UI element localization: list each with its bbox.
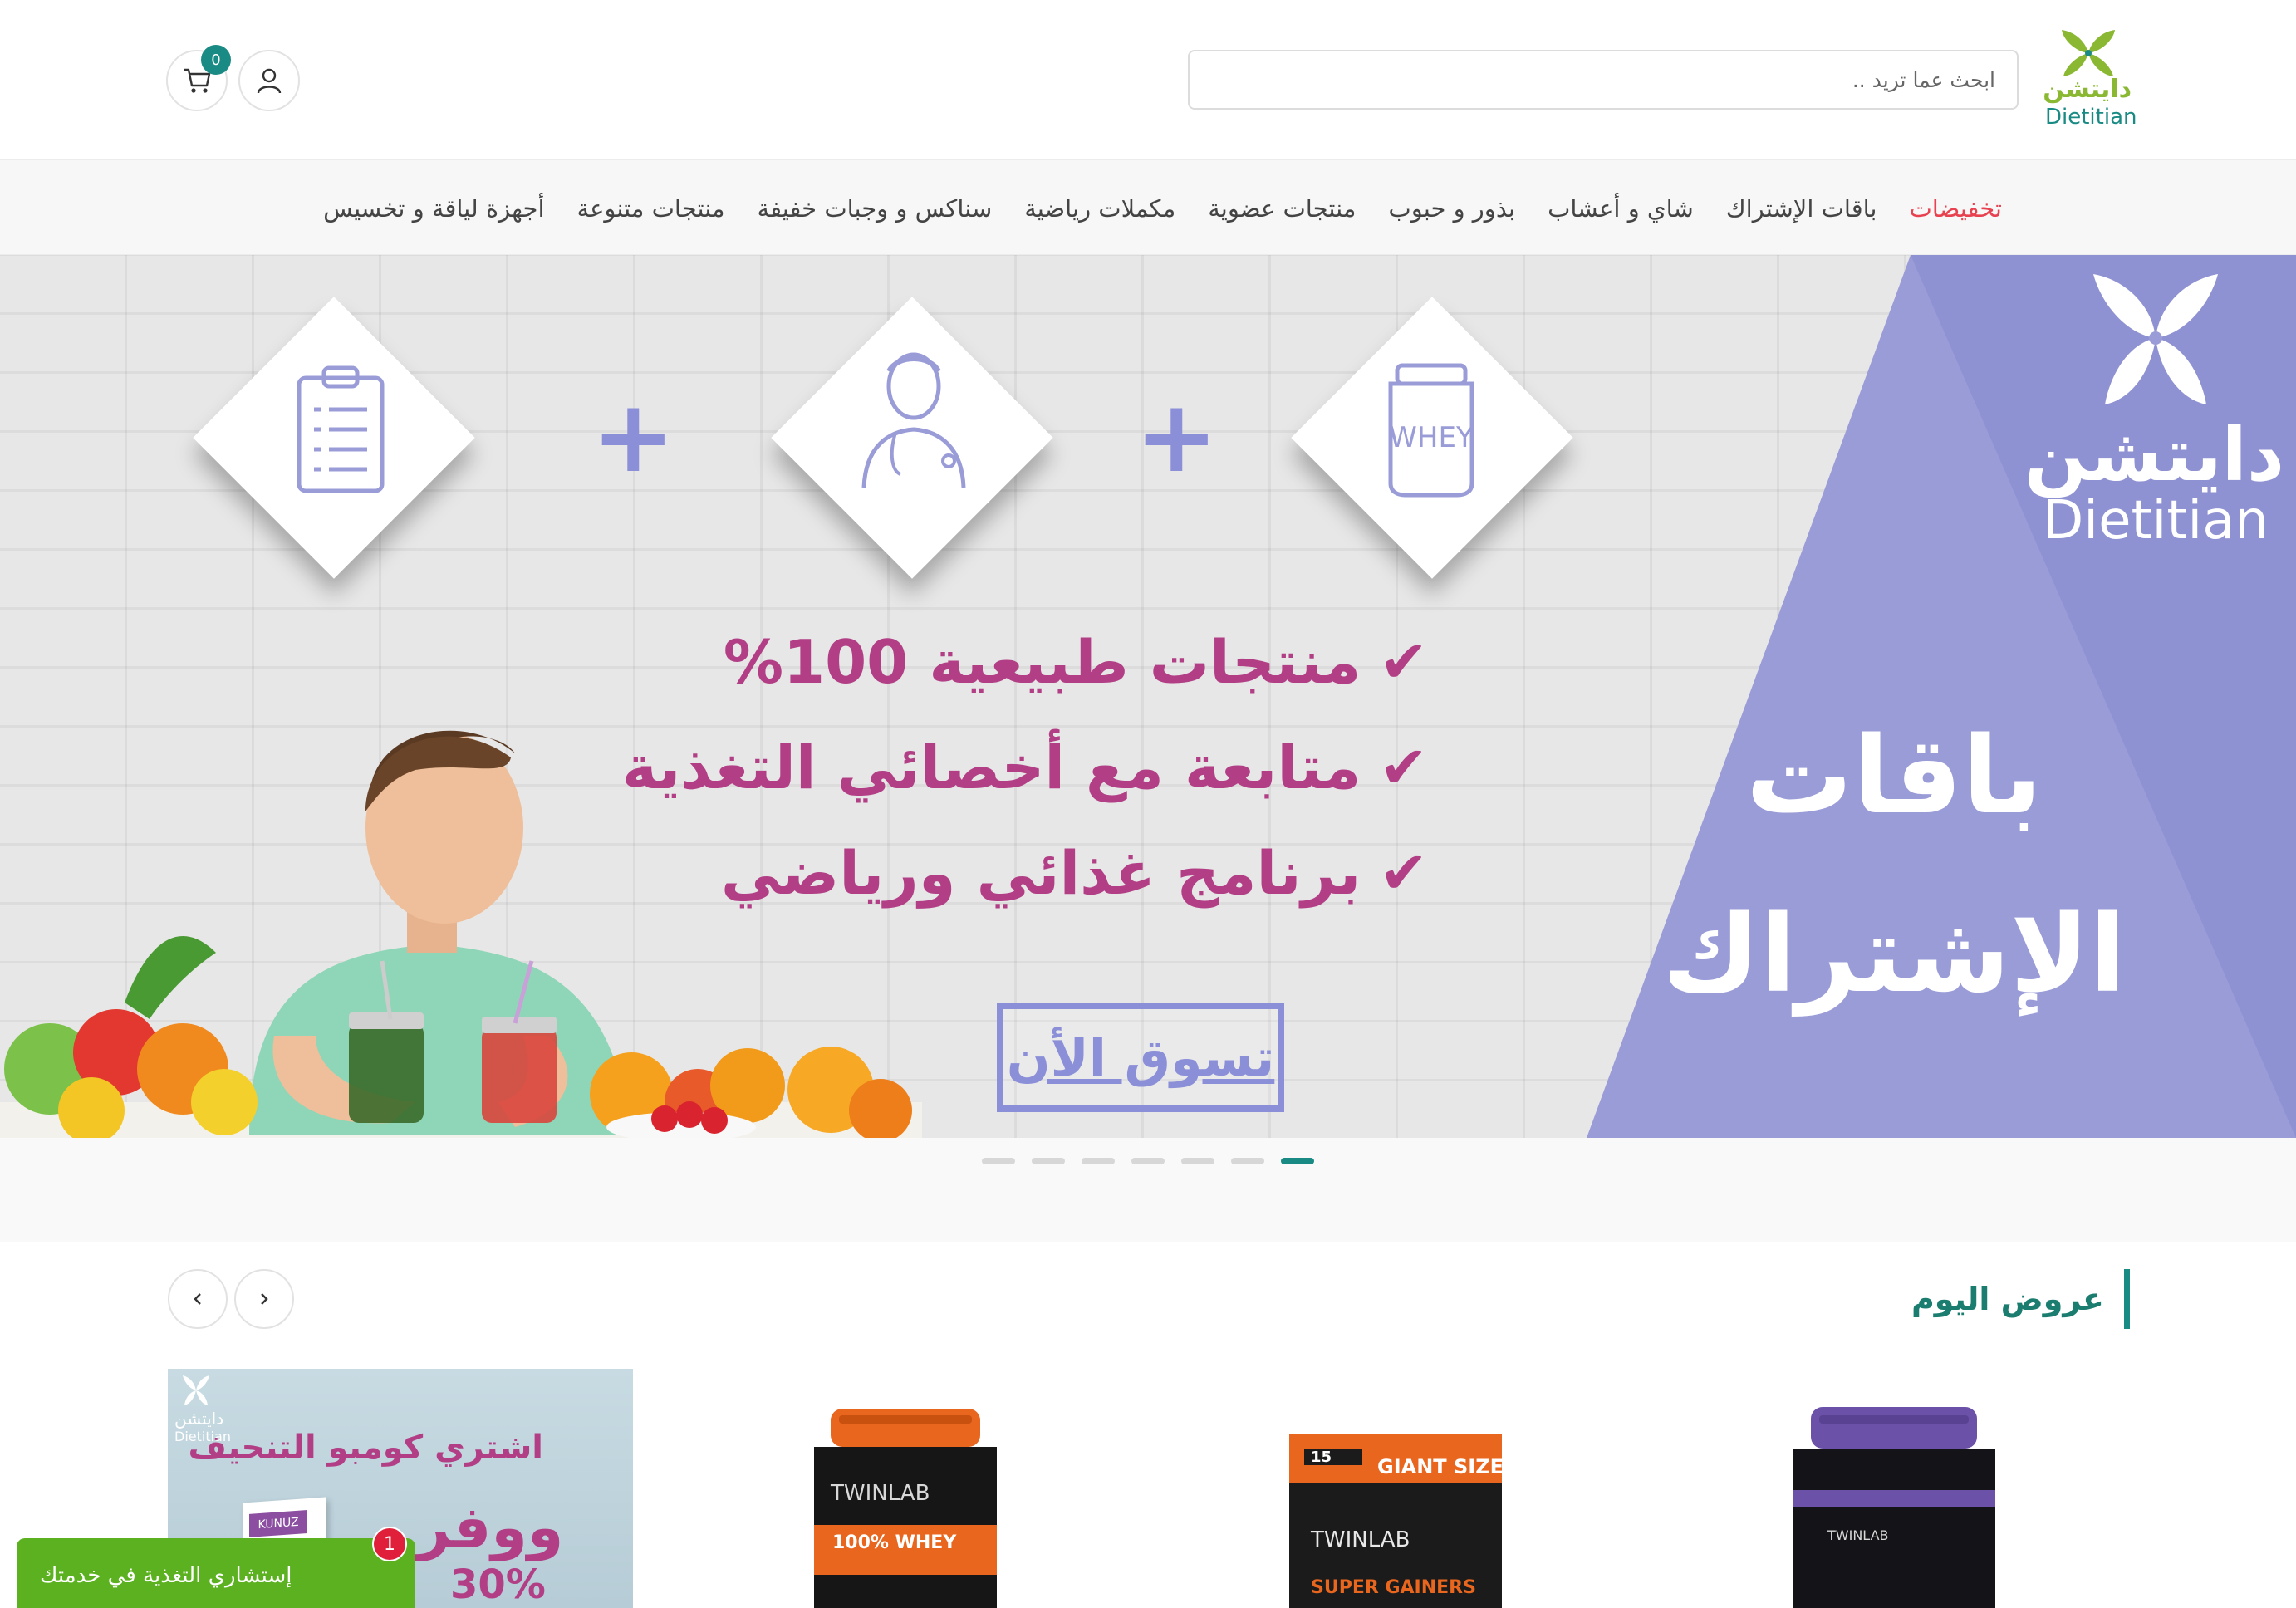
whey-tub-icon: WHEY xyxy=(1388,363,1474,498)
hero-brand-arabic: دايتشن xyxy=(2024,412,2284,498)
shop-now-label: تسوق الأن xyxy=(1006,1027,1275,1088)
hero-title: باقات الإشتراك xyxy=(1653,687,2135,1044)
product-card-super-gainers[interactable]: 15 GIANT SIZE! TWINLAB SUPER GAINERS xyxy=(1271,1369,1520,1608)
clipboard-icon xyxy=(297,365,385,493)
promo-brand-arabic: دايتشن xyxy=(174,1409,224,1429)
whey-label: WHEY xyxy=(1389,421,1474,454)
check-icon: ✔ xyxy=(1379,628,1428,696)
slider-dot-4[interactable] xyxy=(1131,1158,1165,1164)
promo-percent: 30% xyxy=(450,1561,546,1608)
product-card-whey[interactable]: TWINLAB 100% WHEY xyxy=(781,1369,1030,1608)
chat-notification-badge: 1 xyxy=(372,1527,407,1561)
logo-text-arabic: دايتشن xyxy=(2043,75,2132,104)
nutrition-chat-widget[interactable]: إستشاري التغذية في خدمتك xyxy=(17,1538,415,1608)
nav-item-snacks[interactable]: سناكس و وجبات خفيفة xyxy=(758,194,993,223)
slider-dot-2[interactable] xyxy=(1032,1158,1065,1164)
section-title-todays-deals: عروض اليوم xyxy=(1911,1269,2130,1329)
main-navigation: تخفيضات باقات الإشتراك شاي و أعشاب بذور … xyxy=(0,159,2296,255)
nav-item-sales[interactable]: تخفيضات xyxy=(1910,194,2003,223)
product-image-purple-tub: TWINLAB xyxy=(1793,1407,1995,1608)
promo-save-text: ووفر xyxy=(417,1493,564,1561)
product-1-label: 100% WHEY xyxy=(832,1532,957,1553)
slider-dots xyxy=(982,1158,1314,1164)
product-card-purple-tub[interactable]: TWINLAB xyxy=(1769,1369,2019,1608)
promo-flower-icon xyxy=(183,1375,209,1405)
hero-flower-icon xyxy=(2093,274,2218,404)
product-2-brand: TWINLAB xyxy=(1310,1527,1410,1552)
slider-dot-7-active[interactable] xyxy=(1281,1158,1314,1164)
plus-sign-1: + xyxy=(591,380,675,495)
slider-dot-6[interactable] xyxy=(1231,1158,1264,1164)
search-box[interactable] xyxy=(1188,50,2019,110)
check-icon: ✔ xyxy=(1379,839,1428,907)
nav-item-tea-herbs[interactable]: شاي و أعشاب xyxy=(1548,194,1694,223)
nav-item-seeds-grains[interactable]: بذور و حبوب xyxy=(1388,194,1515,223)
promo-title: اشتري كومبو التنحيف xyxy=(188,1429,543,1467)
slider-dot-1[interactable] xyxy=(982,1158,1015,1164)
check-icon: ✔ xyxy=(1379,733,1428,802)
nav-item-subscriptions[interactable]: باقات الإشتراك xyxy=(1726,194,1877,223)
nav-item-sports-supplements[interactable]: مكملات رياضية xyxy=(1024,194,1175,223)
hero-brand-english: Dietitian xyxy=(2043,490,2269,552)
search-input[interactable] xyxy=(1190,51,2017,108)
slider-dot-3[interactable] xyxy=(1082,1158,1115,1164)
cart-count-badge: 0 xyxy=(201,45,231,75)
chat-widget-label: إستشاري التغذية في خدمتك xyxy=(40,1563,292,1588)
doctor-icon xyxy=(861,352,966,488)
product-2-badge-num: 15 xyxy=(1311,1449,1332,1466)
chevron-right-icon xyxy=(261,1293,268,1305)
product-3-brand: TWINLAB xyxy=(1827,1527,1888,1543)
plus-sign-2: + xyxy=(1135,380,1219,495)
account-button[interactable] xyxy=(238,50,300,111)
deals-next-button[interactable] xyxy=(234,1269,294,1329)
product-1-brand: TWINLAB xyxy=(830,1481,930,1506)
nav-item-organic[interactable]: منتجات عضوية xyxy=(1208,194,1356,223)
site-logo[interactable]: دايتشن Dietitian xyxy=(2043,28,2137,130)
nav-list: تخفيضات باقات الإشتراك شاي و أعشاب بذور … xyxy=(323,160,2002,256)
site-header: دايتشن Dietitian 0 xyxy=(0,0,2296,159)
hero-brand-logo: دايتشن Dietitian xyxy=(2024,267,2284,552)
hero-slider[interactable]: دايتشن Dietitian باقات الإشتراك WHEY + +… xyxy=(0,255,2296,1138)
product-2-label: SUPER GAINERS xyxy=(1311,1577,1476,1598)
logo-flower-icon xyxy=(2062,30,2115,76)
nav-item-misc-products[interactable]: منتجات متنوعة xyxy=(577,194,725,223)
deals-prev-button[interactable] xyxy=(168,1269,228,1329)
chevron-left-icon xyxy=(194,1293,201,1305)
product-image-whey-tub: TWINLAB 100% WHEY xyxy=(814,1409,997,1608)
promo-box-label: KUNUZ xyxy=(249,1510,307,1537)
shop-now-button[interactable]: تسوق الأن xyxy=(997,1003,1284,1112)
logo-text-english: Dietitian xyxy=(2045,105,2137,130)
slider-dot-5[interactable] xyxy=(1181,1158,1214,1164)
user-icon xyxy=(257,68,282,94)
person-with-fruits-image xyxy=(0,730,922,1138)
cart-button[interactable]: 0 xyxy=(166,45,231,111)
product-image-gainer-bag: 15 GIANT SIZE! TWINLAB SUPER GAINERS xyxy=(1289,1434,1504,1608)
slider-dots-band xyxy=(0,1138,2296,1242)
nav-item-fitness-devices[interactable]: أجهزة لياقة و تخسيس xyxy=(323,194,544,223)
hero-title-line1: باقات xyxy=(1745,714,2043,838)
hero-title-line2: الإشتراك xyxy=(1661,893,2127,1017)
product-2-badge: GIANT SIZE! xyxy=(1377,1455,1504,1478)
